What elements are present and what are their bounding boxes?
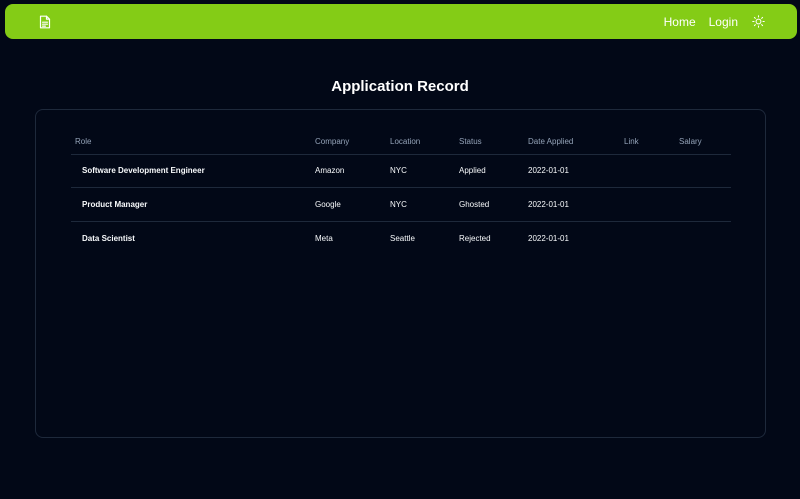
cell-link[interactable] xyxy=(620,221,675,255)
table-header-row: Role Company Location Status Date Applie… xyxy=(71,130,731,155)
column-header-link[interactable]: Link xyxy=(620,130,675,155)
page-title: Application Record xyxy=(331,78,469,95)
table-row[interactable]: Data Scientist Meta Seattle Rejected 202… xyxy=(71,221,731,255)
cell-link[interactable] xyxy=(620,154,675,188)
nav-links: Home Login xyxy=(664,4,765,39)
cell-status: Ghosted xyxy=(455,187,524,222)
cell-company: Meta xyxy=(315,233,333,243)
nav-link-home[interactable]: Home xyxy=(664,15,696,29)
top-navbar: Home Login xyxy=(5,4,797,39)
cell-status: Applied xyxy=(455,154,524,188)
cell-salary xyxy=(675,187,731,222)
application-table-card: Role Company Location Status Date Applie… xyxy=(35,109,766,438)
cell-date-applied: 2022-01-01 xyxy=(524,187,620,222)
cell-company: Google xyxy=(311,187,386,222)
cell-link[interactable] xyxy=(620,187,675,222)
cell-location: NYC xyxy=(386,154,455,188)
cell-role: Data Scientist xyxy=(82,233,135,243)
cell-salary xyxy=(675,221,731,255)
cell-date-applied: 2022-01-01 xyxy=(528,233,569,243)
cell-location: Seattle xyxy=(390,233,415,243)
cell-company: Amazon xyxy=(311,154,386,188)
cell-role: Product Manager xyxy=(71,187,311,222)
table-row[interactable]: Software Development Engineer Amazon NYC… xyxy=(71,154,731,188)
cell-status: Rejected xyxy=(459,233,491,243)
column-header-status[interactable]: Status xyxy=(455,130,524,155)
application-table: Role Company Location Status Date Applie… xyxy=(71,130,731,255)
sun-icon[interactable] xyxy=(751,15,765,29)
column-header-location[interactable]: Location xyxy=(386,130,455,155)
nav-link-login[interactable]: Login xyxy=(709,15,738,29)
cell-date-applied: 2022-01-01 xyxy=(524,154,620,188)
column-header-date-applied[interactable]: Date Applied xyxy=(524,130,620,155)
column-header-role[interactable]: Role xyxy=(71,130,311,155)
cell-location: NYC xyxy=(386,187,455,222)
cell-role: Software Development Engineer xyxy=(71,154,311,188)
table-row[interactable]: Product Manager Google NYC Ghosted 2022-… xyxy=(71,187,731,222)
document-icon[interactable] xyxy=(38,14,52,30)
column-header-company[interactable]: Company xyxy=(311,130,386,155)
column-header-salary[interactable]: Salary xyxy=(675,130,731,155)
cell-salary xyxy=(675,154,731,188)
